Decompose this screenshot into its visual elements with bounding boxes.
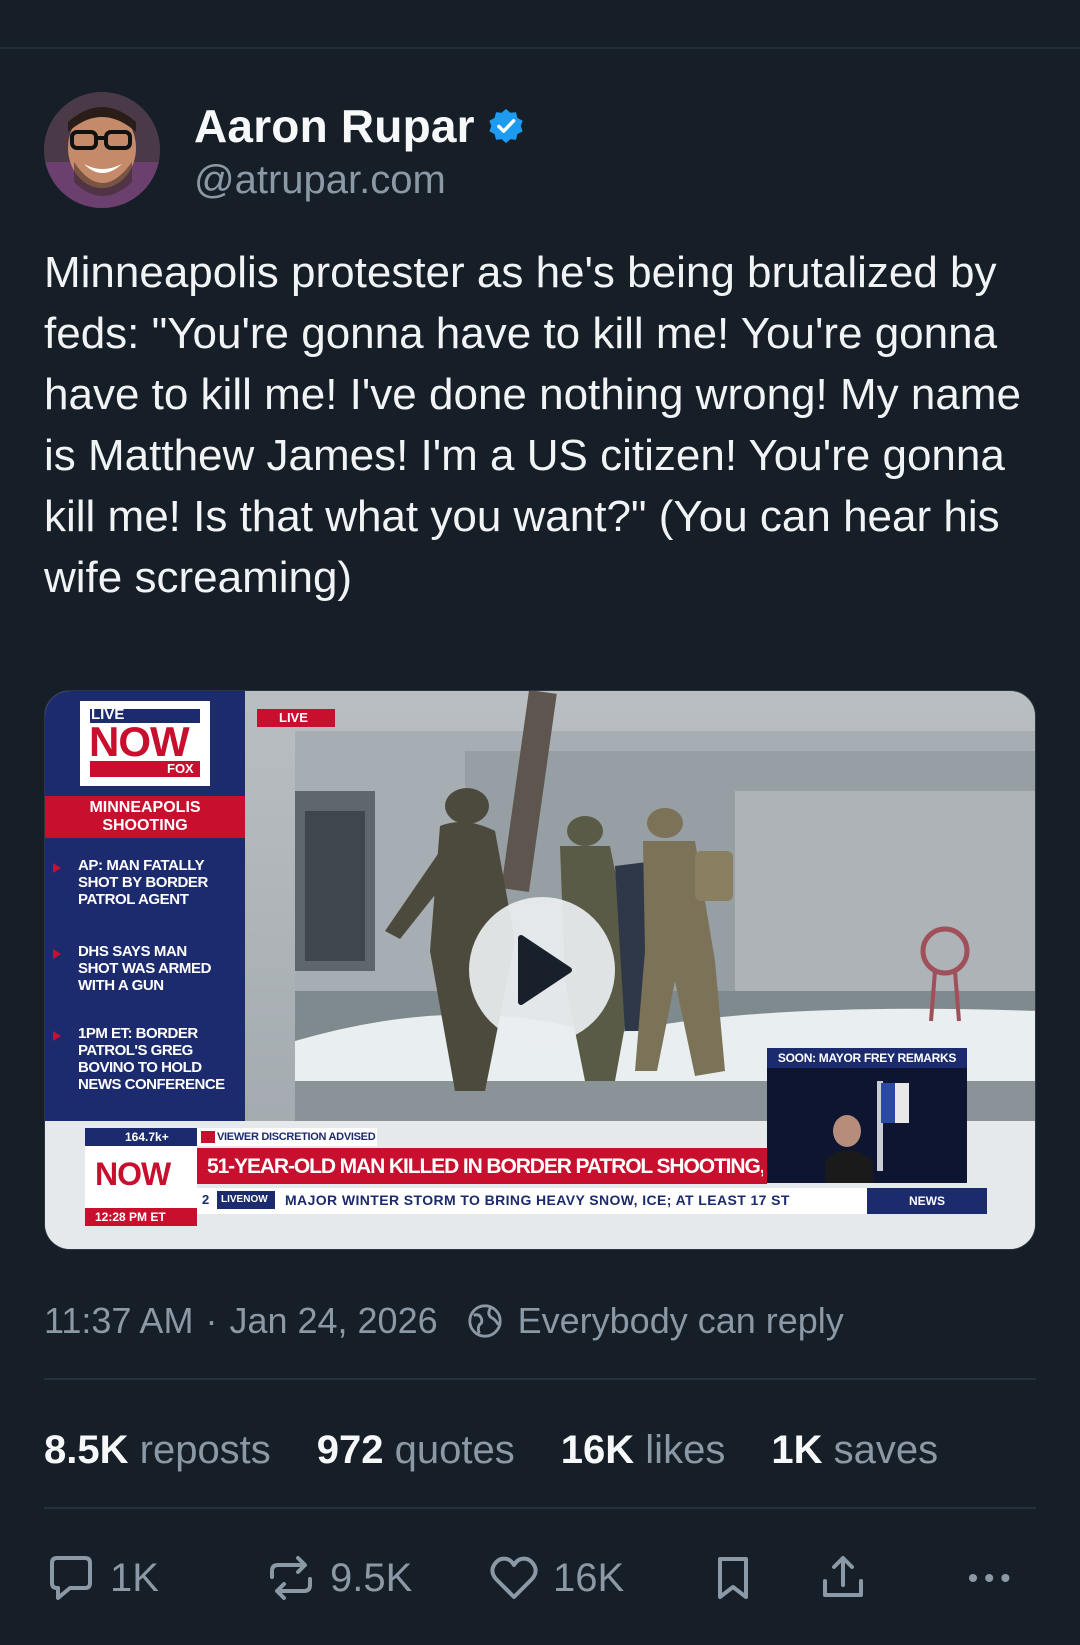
post-text: Minneapolis protester as he's being brut…: [44, 248, 1021, 602]
author-avatar[interactable]: [44, 92, 160, 208]
tv-time: 12:28 PM ET: [95, 1210, 166, 1224]
tv-ticker-brand: LIVENOW: [221, 1194, 268, 1205]
post-author: Aaron Rupar @atrupar.com: [44, 92, 525, 208]
author-handle[interactable]: @atrupar.com: [194, 158, 525, 203]
stat-reposts[interactable]: 8.5K reposts: [44, 1428, 271, 1473]
tv-bullet-3: 1PM ET: BORDER PATROL'S GREG BOVINO TO H…: [78, 1025, 225, 1093]
bookmark-icon: [718, 1557, 748, 1599]
top-divider: [0, 47, 1080, 49]
reply-button[interactable]: 1K: [44, 1548, 159, 1608]
globe-icon: [468, 1304, 502, 1338]
post-time[interactable]: 11:37 AM: [44, 1300, 193, 1342]
repost-icon: [270, 1556, 312, 1600]
tv-lower-now: NOW: [95, 1156, 171, 1192]
tv-ticker: MAJOR WINTER STORM TO BRING HEAVY SNOW, …: [285, 1192, 790, 1208]
more-button[interactable]: [964, 1548, 1018, 1608]
divider-stats-bottom: [44, 1507, 1036, 1509]
stat-saves[interactable]: 1K saves: [771, 1428, 938, 1473]
tv-bullet-1: AP: MAN FATALLY SHOT BY BORDER PATROL AG…: [78, 857, 208, 908]
tv-inset-tag: NEWS: [909, 1194, 945, 1208]
tv-ticker-num: 2: [202, 1192, 210, 1207]
action-bar: 1K 9.5K 16K: [44, 1548, 1036, 1608]
divider-stats-top: [44, 1378, 1036, 1380]
post-stats: 8.5K reposts 972 quotes 16K likes 1K sav…: [44, 1420, 938, 1480]
video-player[interactable]: LIVE NOW FOX LIVE MINNEAPOLIS SHOOTING A…: [44, 690, 1036, 1250]
reply-count: 1K: [110, 1555, 159, 1600]
tv-bullet-2: DHS SAYS MAN SHOT WAS ARMED WITH A GUN: [78, 943, 212, 994]
stat-quotes[interactable]: 972 quotes: [317, 1428, 515, 1473]
heart-icon: [490, 1556, 538, 1599]
reply-setting[interactable]: Everybody can reply: [518, 1300, 844, 1342]
repost-button[interactable]: 9.5K: [264, 1548, 412, 1608]
post-meta: 11:37 AM · Jan 24, 2026 Everybody can re…: [44, 1295, 844, 1347]
reply-icon: [50, 1556, 92, 1600]
repost-count: 9.5K: [330, 1555, 413, 1600]
bookmark-button[interactable]: [706, 1548, 760, 1608]
play-icon: [518, 935, 572, 1005]
stat-likes[interactable]: 16K likes: [561, 1428, 726, 1473]
tv-logo-network: FOX: [167, 761, 194, 776]
share-icon: [823, 1556, 863, 1597]
verified-badge-icon: [489, 108, 523, 143]
post-date[interactable]: Jan 24, 2026: [229, 1300, 437, 1342]
like-count: 16K: [553, 1555, 625, 1600]
tv-section-title: MINNEAPOLIS SHOOTING: [89, 799, 201, 834]
meta-separator: ·: [205, 1300, 218, 1341]
like-button[interactable]: 16K: [487, 1548, 624, 1608]
play-button[interactable]: [469, 897, 615, 1043]
tv-inset-title: SOON: MAYOR FREY REMARKS: [777, 1051, 957, 1065]
tv-live-tag: LIVE: [279, 710, 308, 725]
share-button[interactable]: [816, 1548, 870, 1608]
tv-advisory: VIEWER DISCRETION ADVISED: [217, 1131, 376, 1143]
tv-viewers: 164.7k+: [125, 1130, 169, 1144]
tv-logo-now: NOW: [89, 718, 190, 765]
tv-headline: 51-YEAR-OLD MAN KILLED IN BORDER PATROL …: [207, 1155, 763, 1178]
author-name[interactable]: Aaron Rupar: [194, 99, 475, 153]
more-icon: [968, 1573, 1010, 1583]
